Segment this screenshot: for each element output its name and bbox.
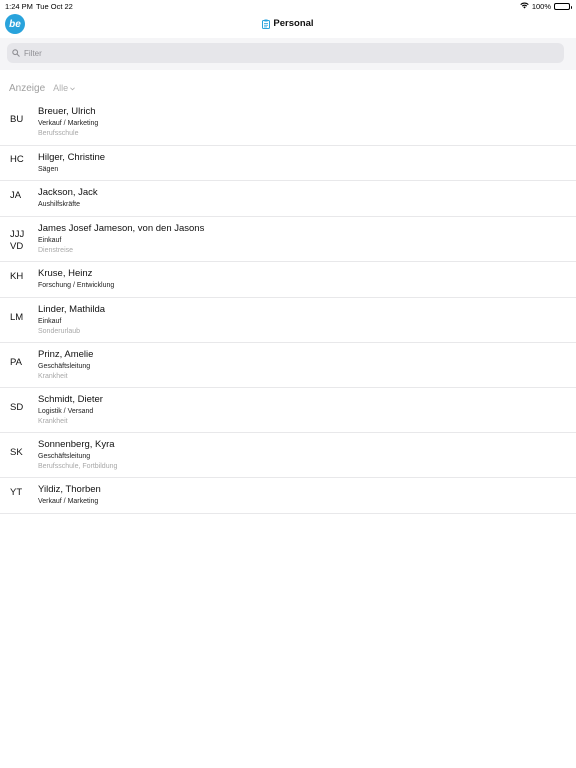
search-icon	[12, 44, 20, 62]
employee-department: Verkauf / Marketing	[38, 498, 99, 505]
employee-row-bu[interactable]: BU Breuer, Ulrich Verkauf / Marketing Be…	[0, 100, 576, 146]
employee-department: Aushilfskräfte	[38, 201, 81, 208]
employee-name: Schmidt, Dieter	[38, 394, 103, 405]
filter-value: Alle	[53, 83, 69, 93]
employee-name: Sonnenberg, Kyra	[38, 439, 115, 450]
status-date: Tue Oct 22	[36, 2, 73, 11]
employee-initials: HC	[10, 154, 24, 165]
employee-name: Hilger, Christine	[38, 152, 106, 163]
employee-name: Linder, Mathilda	[38, 304, 106, 315]
employee-name: James Josef Jameson, von den Jasons	[38, 223, 205, 234]
search-area: Filter	[0, 38, 576, 70]
employee-row-lm[interactable]: LM Linder, Mathilda Einkauf Sonderurlaub	[0, 298, 576, 343]
employee-row-pa[interactable]: PA Prinz, Amelie Geschäftsleitung Krankh…	[0, 343, 576, 388]
employee-department: Einkauf	[38, 318, 62, 325]
employee-initials: SK	[10, 447, 23, 458]
employee-department: Geschäftsleitung	[38, 363, 91, 370]
wifi-icon	[520, 2, 529, 11]
employee-absence: Krankheit	[38, 418, 68, 425]
search-input[interactable]: Filter	[7, 43, 564, 63]
employee-absence: Berufsschule	[38, 130, 79, 137]
employee-row-yt[interactable]: YT Yildiz, Thorben Verkauf / Marketing	[0, 478, 576, 514]
employee-initials: KH	[10, 271, 24, 282]
employee-row-sd[interactable]: SD Schmidt, Dieter Logistik / Versand Kr…	[0, 388, 576, 433]
employee-initials: PA	[10, 357, 22, 368]
page-title: Personal	[0, 18, 576, 29]
employee-row-ja[interactable]: JA Jackson, Jack Aushilfskräfte	[0, 181, 576, 217]
employee-name: Jackson, Jack	[38, 187, 98, 198]
employee-initials: LM	[10, 312, 24, 323]
employee-name: Breuer, Ulrich	[38, 106, 96, 117]
employee-department: Sägen	[38, 166, 59, 173]
filter-label: Anzeige	[9, 83, 46, 94]
employee-row-jjjvd[interactable]: JJJ VD James Josef Jameson, von den Jaso…	[0, 217, 576, 262]
status-indicators: 100%	[520, 2, 572, 11]
chevron-down-icon	[70, 83, 76, 93]
employee-department: Forschung / Entwicklung	[38, 282, 115, 289]
employee-initials: BU	[10, 114, 24, 125]
employee-department: Verkauf / Marketing	[38, 120, 99, 127]
employee-name: Prinz, Amelie	[38, 349, 94, 360]
employee-department: Einkauf	[38, 237, 62, 244]
nav-bar: be Personal	[0, 12, 576, 38]
employee-row-sk[interactable]: SK Sonnenberg, Kyra Geschäftsleitung Ber…	[0, 433, 576, 478]
battery-icon	[554, 3, 572, 10]
filter-dropdown[interactable]: Alle	[53, 83, 76, 93]
search-placeholder: Filter	[24, 48, 42, 58]
employee-absence: Sonderurlaub	[38, 328, 81, 335]
status-time: 1:24 PM	[5, 2, 33, 11]
employee-initials: JA	[10, 190, 22, 201]
employee-absence: Berufsschule, Fortbildung	[38, 463, 118, 470]
clipboard-icon	[262, 19, 271, 29]
employee-absence: Krankheit	[38, 373, 68, 380]
filter-row: Anzeige Alle	[9, 83, 76, 94]
employee-department: Logistik / Versand	[38, 408, 94, 415]
employee-absence: Dienstreise	[38, 247, 74, 254]
battery-percent: 100%	[531, 2, 551, 11]
employee-department: Geschäftsleitung	[38, 453, 91, 460]
status-bar: 1:24 PM Tue Oct 22 100%	[0, 0, 576, 12]
employee-row-kh[interactable]: KH Kruse, Heinz Forschung / Entwicklung	[0, 262, 576, 298]
employee-name: Kruse, Heinz	[38, 268, 93, 279]
employee-initials: YT	[10, 487, 23, 498]
employee-initials: SD	[10, 402, 24, 413]
employee-row-hc[interactable]: HC Hilger, Christine Sägen	[0, 146, 576, 181]
employee-initials: JJJ VD	[10, 229, 25, 252]
employee-list: BU Breuer, Ulrich Verkauf / Marketing Be…	[0, 100, 576, 514]
employee-name: Yildiz, Thorben	[38, 484, 101, 495]
page-title-text: Personal	[273, 18, 314, 29]
